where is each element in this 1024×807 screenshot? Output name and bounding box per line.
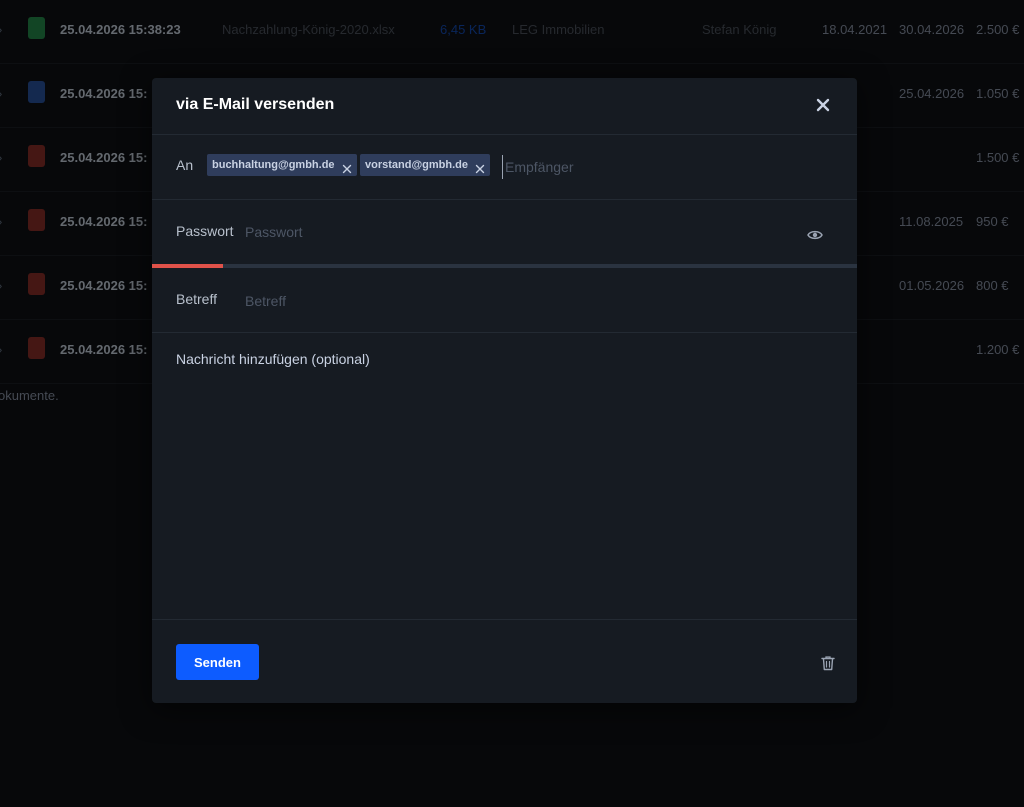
password-input[interactable] <box>245 221 745 243</box>
password-label: Passwort <box>176 223 234 239</box>
password-row: Passwort <box>152 200 857 264</box>
recipient-input[interactable] <box>502 155 837 179</box>
recipient-chip: buchhaltung@gmbh.de <box>207 154 357 176</box>
password-strength-fill <box>152 264 223 268</box>
page: ›25.04.2026 15:38:23Nachzahlung-König-20… <box>0 0 1024 807</box>
x-icon[interactable] <box>475 160 485 174</box>
eye-icon[interactable] <box>807 228 823 242</box>
subject-label: Betreff <box>176 291 217 307</box>
x-icon[interactable] <box>342 160 352 174</box>
message-area <box>152 333 857 620</box>
recipient-chip: vorstand@gmbh.de <box>360 154 491 176</box>
to-label: An <box>176 157 194 173</box>
recipient-chip-label: vorstand@gmbh.de <box>365 159 469 171</box>
email-dialog: via E-Mail versenden An buchhaltung@gmbh… <box>152 78 857 703</box>
recipient-row: An buchhaltung@gmbh.de vorstand@gmbh.de <box>152 135 857 200</box>
recipient-chip-label: buchhaltung@gmbh.de <box>212 159 335 171</box>
close-icon[interactable] <box>815 97 831 113</box>
dialog-header: via E-Mail versenden <box>152 78 857 135</box>
trash-icon[interactable] <box>821 655 835 671</box>
dialog-title: via E-Mail versenden <box>176 96 335 113</box>
subject-input[interactable] <box>245 290 745 312</box>
message-input[interactable] <box>176 351 832 606</box>
send-button[interactable]: Senden <box>176 644 259 680</box>
subject-row: Betreff <box>152 270 857 333</box>
password-strength-bar <box>152 264 857 268</box>
